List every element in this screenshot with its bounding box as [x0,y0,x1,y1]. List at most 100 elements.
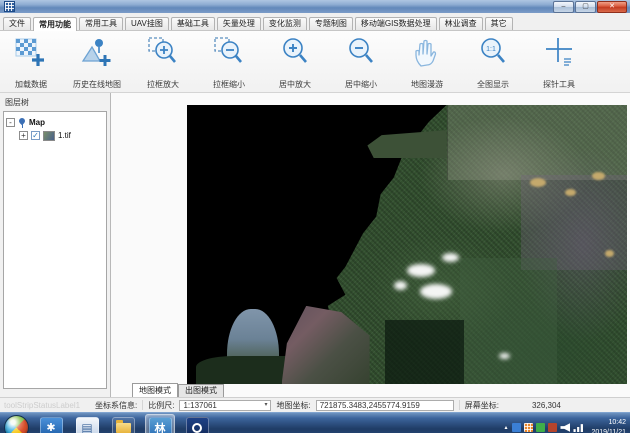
map-pan-hand-icon [410,34,444,72]
map-coord-label: 地图坐标: [276,400,310,411]
tab-layout-mode[interactable]: 出图模式 [178,384,224,397]
tab-forestry-survey[interactable]: 林业调查 [439,17,483,30]
layer-tree[interactable]: - Map + ✓ 1.tif [3,111,107,389]
tool-label: 探针工具 [543,79,575,90]
tree-node-label: 1.tif [58,131,71,140]
tool-label: 全图显示 [477,79,509,90]
cloud-patch [442,253,459,262]
center-zoom-out-icon [344,34,378,72]
tool-label: 地图漫游 [411,79,443,90]
raster-thumbnail-icon [43,131,55,141]
coord-system-label: 坐标系信息: [95,400,137,411]
load-data-button[interactable]: 加载数据 [4,33,58,91]
speaker-icon[interactable] [560,423,570,432]
imagery-tile [460,258,557,384]
map-mode-tabbar: 地图模式 出图模式 [132,384,224,397]
maximize-button[interactable]: ▢ [575,1,596,13]
collapse-expander-icon[interactable]: - [6,118,15,127]
full-extent-button[interactable]: 1:1 全图显示 [466,33,520,91]
screen-coord-label: 屏幕坐标: [465,400,499,411]
center-zoom-out-button[interactable]: 居中缩小 [334,33,388,91]
taskbar-app-explorer[interactable] [109,415,137,433]
tab-uav-map[interactable]: UAV挂图 [125,17,169,30]
tab-common-functions[interactable]: 常用功能 [33,17,77,31]
tool-label: 居中放大 [279,79,311,90]
layer-visibility-checkbox[interactable]: ✓ [31,131,40,140]
tool-label: 加载数据 [15,79,47,90]
minimize-button[interactable]: – [553,1,574,13]
tab-file[interactable]: 文件 [3,17,31,30]
expand-expander-icon[interactable]: + [19,131,28,140]
tool-label: 居中缩小 [345,79,377,90]
center-zoom-in-icon [278,34,312,72]
tab-thematic-mapping[interactable]: 专题制图 [309,17,353,30]
ribbon-tab-bar: 文件 常用功能 常用工具 UAV挂图 基础工具 矢量处理 变化监测 专题制图 移… [0,13,630,31]
tab-common-tools[interactable]: 常用工具 [79,17,123,30]
application-window: – ▢ ✕ 文件 常用功能 常用工具 UAV挂图 基础工具 矢量处理 变化监测 … [0,0,630,433]
tool-label: 拉框缩小 [213,79,245,90]
map-canvas[interactable] [187,105,627,384]
tray-red-status-icon[interactable] [548,423,557,432]
layer-tree-title: 图层树 [0,93,110,111]
imagery-patch-top [367,130,446,158]
full-extent-icon: 1:1 [476,34,510,72]
tab-map-mode[interactable]: 地图模式 [132,383,178,397]
status-bar: toolStripStatusLabel1 坐标系信息: 比例尺: 1:1370… [0,397,630,412]
title-bar: – ▢ ✕ [0,0,630,13]
tree-node-map[interactable]: - Map [6,116,104,129]
tab-other[interactable]: 其它 [485,17,513,30]
chevron-down-icon[interactable]: ▾ [264,400,267,411]
taskbar-app-o[interactable] [183,415,211,433]
folder-icon [112,417,135,433]
probe-tool-icon [542,34,576,72]
clock-date: 2019/11/21 [591,428,626,433]
taskbar-app-image-viewer[interactable]: ▤ [73,415,101,433]
status-placeholder-label: toolStripStatusLabel1 [4,401,90,410]
tab-change-monitoring[interactable]: 变化监测 [263,17,307,30]
box-zoom-in-icon [146,34,180,72]
tree-node-label: Map [29,118,45,127]
tab-basic-tools[interactable]: 基础工具 [171,17,215,30]
star-app-icon: ✱ [40,417,63,433]
scale-combobox[interactable]: 1:137061 ▾ [179,400,271,411]
cloud-patch [394,281,407,290]
map-pan-button[interactable]: 地图漫游 [400,33,454,91]
main-content: 图层树 - Map + ✓ 1.tif [0,93,630,397]
cloud-patch [420,284,452,299]
map-coord-value: 721875.3483,2455774.9159 [320,400,420,411]
bare-ground-patch [592,172,605,180]
tray-grid-app-icon[interactable] [524,423,533,432]
tray-green-status-icon[interactable] [536,423,545,432]
clock-time: 10:42 [591,418,626,427]
tray-antivirus-icon[interactable] [512,423,521,432]
tree-node-raster-layer[interactable]: + ✓ 1.tif [19,129,104,142]
forestry-app-icon: 林 [149,417,172,433]
history-online-map-icon [80,34,114,72]
imagery-tile [385,320,464,384]
tool-label: 拉框放大 [147,79,179,90]
app-icon [4,1,15,12]
system-tray: ▴ 10:42 2019/11/21 [504,418,626,433]
center-zoom-in-button[interactable]: 居中放大 [268,33,322,91]
hidden-icons-arrow-icon[interactable]: ▴ [504,424,507,431]
map-panel: 地图模式 出图模式 [111,93,630,397]
scale-label: 比例尺: [148,400,174,411]
screen-coord-value: 326,304 [532,401,561,410]
tab-vector-processing[interactable]: 矢量处理 [217,17,261,30]
box-zoom-out-button[interactable]: 拉框缩小 [202,33,256,91]
toolbar: 加载数据 历史在线地图 拉框 [0,31,630,93]
probe-tool-button[interactable]: 探针工具 [532,33,586,91]
taskbar-clock[interactable]: 10:42 2019/11/21 [591,418,626,433]
tab-mobile-gis-data[interactable]: 移动端GIS数据处理 [355,17,437,30]
taskbar-app-forestry-gis[interactable]: 林 [145,414,175,433]
network-icon[interactable] [573,423,583,432]
taskbar-app-messenger[interactable]: ✱ [37,415,65,433]
layer-tree-panel: 图层树 - Map + ✓ 1.tif [0,93,111,397]
statusbar-separator [459,400,460,410]
start-button[interactable] [4,415,29,433]
full-extent-icon-text: 1:1 [486,46,496,53]
history-online-map-button[interactable]: 历史在线地图 [70,33,124,91]
close-button[interactable]: ✕ [597,1,627,13]
box-zoom-in-button[interactable]: 拉框放大 [136,33,190,91]
scale-value: 1:137061 [183,400,216,411]
